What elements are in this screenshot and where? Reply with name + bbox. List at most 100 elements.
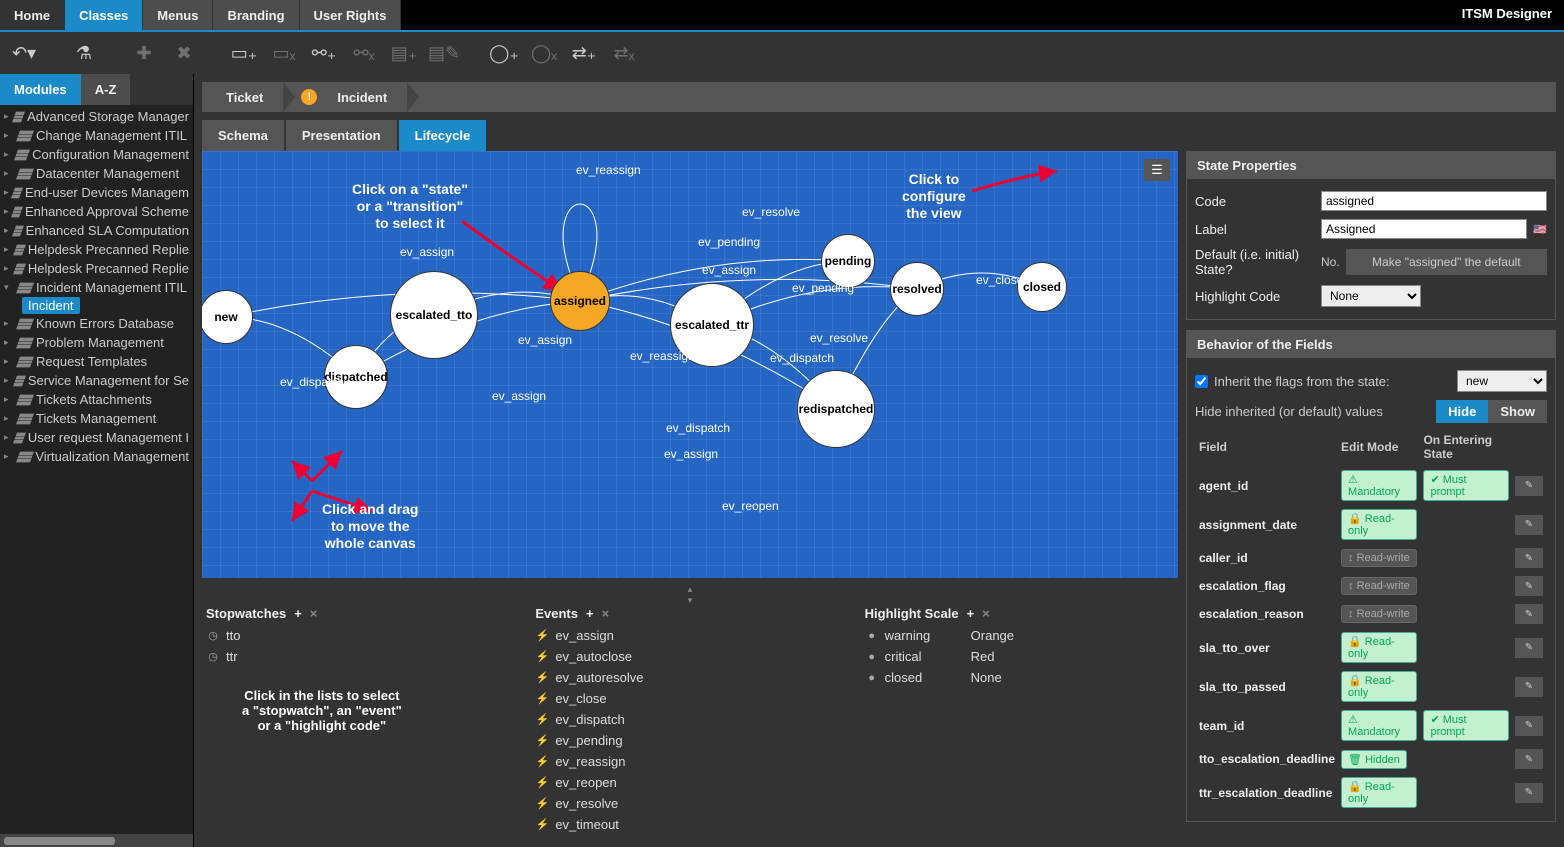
state-pending[interactable]: pending: [821, 234, 875, 288]
module-item[interactable]: ▸Configuration Management: [0, 145, 193, 164]
breadcrumb-item[interactable]: Incident: [323, 90, 401, 105]
battery-remove-icon[interactable]: ▭ₓ: [268, 37, 300, 69]
event-item[interactable]: ⚡ev_assign: [535, 625, 844, 646]
close-event-button[interactable]: ×: [602, 606, 610, 621]
event-item[interactable]: ⚡ev_pending: [535, 730, 844, 751]
edit-mode-badge[interactable]: ⚠ Mandatory: [1341, 470, 1417, 501]
show-button[interactable]: Show: [1488, 400, 1547, 423]
top-tab-classes[interactable]: Classes: [65, 0, 143, 30]
stopwatch-item[interactable]: ◷ttr: [206, 646, 515, 667]
module-item[interactable]: ▸Service Management for Se: [0, 371, 193, 390]
event-item[interactable]: ⚡ev_timeout: [535, 814, 844, 835]
event-item[interactable]: ⚡ev_autoclose: [535, 646, 844, 667]
hide-button[interactable]: Hide: [1436, 400, 1488, 423]
highlight-item[interactable]: ●criticalRed: [865, 646, 1174, 667]
edit-field-button[interactable]: ✎: [1515, 476, 1543, 496]
undo-button[interactable]: ↶▾: [8, 37, 40, 69]
module-item[interactable]: ▸Datacenter Management: [0, 164, 193, 183]
edit-mode-badge[interactable]: ↕ Read-write: [1341, 549, 1417, 567]
state-redispatched[interactable]: redispatched: [797, 370, 875, 448]
flask-icon[interactable]: ⚗: [68, 37, 100, 69]
edit-mode-badge[interactable]: 🔒 Read-only: [1341, 671, 1417, 702]
edit-mode-badge[interactable]: 🔒 Read-only: [1341, 509, 1417, 540]
code-input[interactable]: [1321, 191, 1547, 211]
edit-mode-badge[interactable]: ↕ Read-write: [1341, 605, 1417, 623]
state-assigned[interactable]: assigned: [550, 271, 610, 331]
stopwatch-item[interactable]: ◷tto: [206, 625, 515, 646]
highlight-item[interactable]: ●closedNone: [865, 667, 1174, 688]
flag-icon[interactable]: 🇺🇸: [1533, 223, 1547, 236]
close-highlight-button[interactable]: ×: [982, 606, 990, 621]
top-tab-menus[interactable]: Menus: [143, 0, 213, 30]
module-item[interactable]: ▸Advanced Storage Manager: [0, 107, 193, 126]
transition-label[interactable]: ev_dispatch: [666, 421, 730, 435]
module-item[interactable]: ▸Helpdesk Precanned Replie: [0, 240, 193, 259]
top-tab-home[interactable]: Home: [0, 0, 65, 30]
transition-label[interactable]: ev_assign: [664, 447, 718, 461]
module-child-selected[interactable]: Incident: [22, 297, 80, 314]
add-event-button[interactable]: +: [586, 606, 594, 621]
event-item[interactable]: ⚡ev_close: [535, 688, 844, 709]
event-item[interactable]: ⚡ev_dispatch: [535, 709, 844, 730]
module-item[interactable]: ▸Request Templates: [0, 352, 193, 371]
module-item[interactable]: ▸Enhanced SLA Computation: [0, 221, 193, 240]
module-item[interactable]: ▾Incident Management ITIL: [0, 278, 193, 297]
edit-mode-badge[interactable]: 🔒 Read-only: [1341, 777, 1417, 808]
edit-field-button[interactable]: ✎: [1515, 576, 1543, 596]
enter-badge[interactable]: ✔ Must prompt: [1423, 710, 1509, 741]
transition-label[interactable]: ev_assign: [492, 389, 546, 403]
breadcrumb-item[interactable]: Ticket: [212, 90, 277, 105]
highlight-code-select[interactable]: None: [1321, 285, 1421, 307]
state-new[interactable]: new: [202, 290, 253, 344]
edit-mode-badge[interactable]: 🔒 Read-only: [1341, 632, 1417, 663]
module-item[interactable]: ▸Virtualization Management: [0, 447, 193, 466]
link-remove-icon[interactable]: ⚯ₓ: [348, 37, 380, 69]
sidebar-tab-modules[interactable]: Modules: [0, 74, 81, 105]
module-item[interactable]: ▸Tickets Attachments: [0, 390, 193, 409]
state-resolved[interactable]: resolved: [890, 262, 944, 316]
transition-label[interactable]: ev_assign: [400, 245, 454, 259]
event-item[interactable]: ⚡ev_reassign: [535, 751, 844, 772]
form-add-icon[interactable]: ▤₊: [388, 37, 420, 69]
inherit-from-select[interactable]: new: [1457, 370, 1547, 392]
state-remove-icon[interactable]: ◯ₓ: [528, 37, 560, 69]
transition-label[interactable]: ev_pending: [698, 235, 760, 249]
edit-field-button[interactable]: ✎: [1515, 638, 1543, 658]
state-add-icon[interactable]: ◯₊: [488, 37, 520, 69]
link-add-icon[interactable]: ⚯₊: [308, 37, 340, 69]
edit-field-button[interactable]: ✎: [1515, 749, 1543, 769]
module-item[interactable]: ▸Enhanced Approval Scheme: [0, 202, 193, 221]
edit-mode-badge[interactable]: 🗑 Hidden: [1341, 750, 1407, 769]
transition-label[interactable]: ev_assign: [518, 333, 572, 347]
module-item[interactable]: ▸Helpdesk Precanned Replie: [0, 259, 193, 278]
edit-field-button[interactable]: ✎: [1515, 515, 1543, 535]
add-highlight-button[interactable]: +: [967, 606, 975, 621]
top-tab-user-rights[interactable]: User Rights: [300, 0, 402, 30]
state-escalated_tto[interactable]: escalated_tto: [390, 271, 478, 359]
transition-label[interactable]: ev_reassign: [630, 349, 695, 363]
sidebar-tab-a-z[interactable]: A-Z: [81, 74, 131, 105]
transition-label[interactable]: ev_resolve: [810, 331, 868, 345]
top-tab-branding[interactable]: Branding: [213, 0, 299, 30]
transition-label[interactable]: ev_reassign: [576, 163, 641, 177]
transition-remove-icon[interactable]: ⇄ₓ: [608, 37, 640, 69]
module-item[interactable]: ▸End-user Devices Managem: [0, 183, 193, 202]
transition-label[interactable]: ev_dispatch: [770, 351, 834, 365]
edit-field-button[interactable]: ✎: [1515, 677, 1543, 697]
delete-button[interactable]: ✖: [168, 37, 200, 69]
close-stopwatch-button[interactable]: ×: [310, 606, 318, 621]
edit-field-button[interactable]: ✎: [1515, 604, 1543, 624]
module-item[interactable]: ▸Change Management ITIL: [0, 126, 193, 145]
subtab-lifecycle[interactable]: Lifecycle: [399, 120, 487, 151]
make-default-button[interactable]: Make "assigned" the default: [1346, 249, 1547, 275]
event-item[interactable]: ⚡ev_reopen: [535, 772, 844, 793]
enter-badge[interactable]: ✔ Must prompt: [1423, 470, 1509, 501]
edit-mode-badge[interactable]: ⚠ Mandatory: [1341, 710, 1417, 741]
edit-mode-badge[interactable]: ↕ Read-write: [1341, 577, 1417, 595]
event-item[interactable]: ⚡ev_resolve: [535, 793, 844, 814]
state-closed[interactable]: closed: [1017, 262, 1067, 312]
view-config-button[interactable]: ☰: [1144, 159, 1170, 181]
edit-field-button[interactable]: ✎: [1515, 548, 1543, 568]
resize-handle[interactable]: ▴▾: [202, 584, 1178, 592]
transition-label[interactable]: ev_reopen: [722, 499, 779, 513]
